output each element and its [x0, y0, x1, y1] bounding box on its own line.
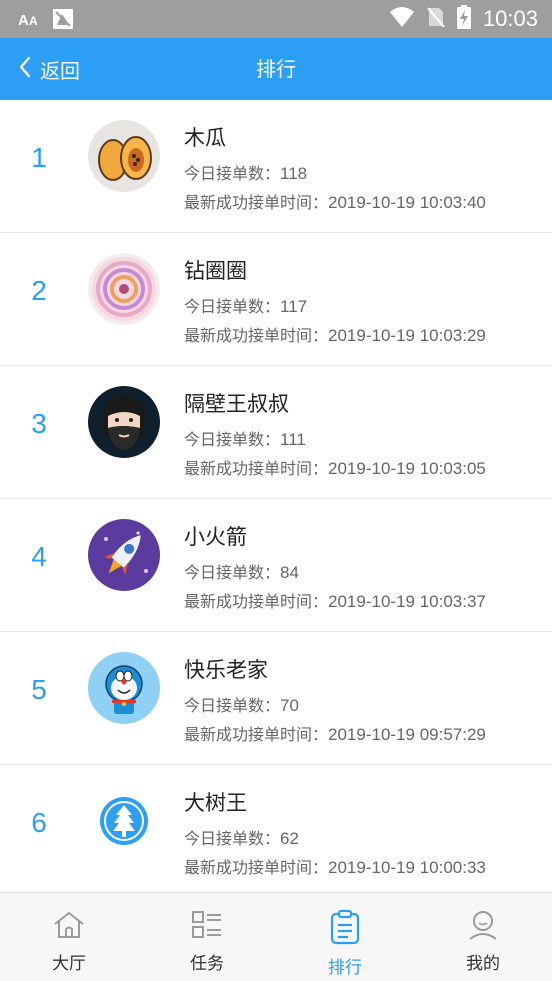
nav-label: 排行	[328, 958, 362, 978]
back-label: 返回	[40, 58, 80, 83]
bottom-nav: 大厅 任务 排行 我的	[0, 892, 552, 981]
nav-ranking[interactable]: 排行	[276, 893, 414, 981]
nav-label: 大厅	[52, 954, 86, 974]
bearded-man-avatar	[88, 386, 160, 458]
today-orders: 今日接单数：84	[184, 563, 299, 582]
ranking-row[interactable]: 1 木瓜 今日接单数：118 最新成功接单时间：2019-10-19 10:03…	[0, 100, 552, 233]
back-button[interactable]: 返回	[18, 38, 80, 100]
latest-order-time: 最新成功接单时间：2019-10-19 10:03:05	[184, 459, 486, 478]
nav-label: 任务	[190, 954, 224, 974]
font-size-icon: AA	[18, 11, 40, 31]
nav-hall[interactable]: 大厅	[0, 893, 138, 981]
today-orders: 今日接单数：62	[184, 829, 299, 848]
user-name: 大树王	[184, 791, 247, 815]
user-name: 木瓜	[184, 126, 226, 150]
tree-avatar	[88, 785, 160, 857]
rank-number: 4	[31, 541, 47, 572]
today-orders: 今日接单数：117	[184, 297, 308, 316]
ranking-row[interactable]: 5 快乐老家 今日接单数：70 最新成功接单时间：2019-10-19 09:5…	[0, 632, 552, 765]
user-name: 快乐老家	[184, 658, 268, 682]
nav-tasks[interactable]: 任务	[138, 893, 276, 981]
today-orders: 今日接单数：111	[184, 430, 306, 449]
rank-number: 5	[31, 674, 47, 705]
latest-order-time: 最新成功接单时间：2019-10-19 09:57:29	[184, 725, 486, 744]
svg-text:A: A	[18, 12, 29, 27]
chevron-left-icon	[18, 56, 32, 82]
rank-number: 6	[31, 807, 47, 838]
person-icon	[466, 909, 500, 945]
user-name: 小火箭	[184, 525, 247, 549]
no-sim-icon	[427, 6, 445, 32]
svg-text:A: A	[29, 14, 38, 27]
papaya-avatar	[88, 120, 160, 192]
today-orders: 今日接单数：70	[184, 696, 299, 715]
latest-order-time: 最新成功接单时间：2019-10-19 10:03:29	[184, 326, 486, 345]
ranking-list: 1 木瓜 今日接单数：118 最新成功接单时间：2019-10-19 10:03…	[0, 100, 552, 898]
app-bar: 返回 排行	[0, 38, 552, 100]
task-list-icon	[190, 909, 224, 945]
rocket-avatar	[88, 519, 160, 591]
battery-charging-icon	[456, 5, 471, 33]
page-title: 排行	[256, 57, 296, 81]
rank-number: 3	[31, 408, 47, 439]
latest-order-time: 最新成功接单时间：2019-10-19 10:00:33	[184, 858, 486, 877]
clipboard-icon	[328, 909, 362, 949]
today-orders: 今日接单数：118	[184, 164, 308, 183]
ranking-row[interactable]: 4 小火箭 今日接单数：84 最新成功接单时间：2019-10-19 10:03…	[0, 499, 552, 632]
ranking-row[interactable]: 2 钻圈圈 今日接单数：117 最新成功接单时间：2019-10-19 10:0…	[0, 233, 552, 366]
status-time: 10:03	[482, 6, 538, 31]
nav-label: 我的	[466, 954, 500, 974]
screenshot-icon	[52, 8, 74, 34]
ranking-row[interactable]: 3 隔壁王叔叔 今日接单数：111 最新成功接单时间：2019-10-19 10…	[0, 366, 552, 499]
latest-order-time: 最新成功接单时间：2019-10-19 10:03:40	[184, 193, 486, 212]
doraemon-avatar	[88, 652, 160, 724]
user-name: 隔壁王叔叔	[184, 392, 289, 416]
swirl-avatar	[88, 253, 160, 325]
home-icon	[52, 909, 86, 945]
status-bar: AA 10:03	[0, 0, 552, 38]
user-name: 钻圈圈	[184, 259, 247, 283]
wifi-icon	[389, 6, 415, 32]
rank-number: 2	[31, 275, 47, 306]
nav-mine[interactable]: 我的	[414, 893, 552, 981]
latest-order-time: 最新成功接单时间：2019-10-19 10:03:37	[184, 592, 486, 611]
ranking-row[interactable]: 6 大树王 今日接单数：62 最新成功接单时间：2019-10-19 10:00…	[0, 765, 552, 898]
rank-number: 1	[31, 142, 47, 173]
